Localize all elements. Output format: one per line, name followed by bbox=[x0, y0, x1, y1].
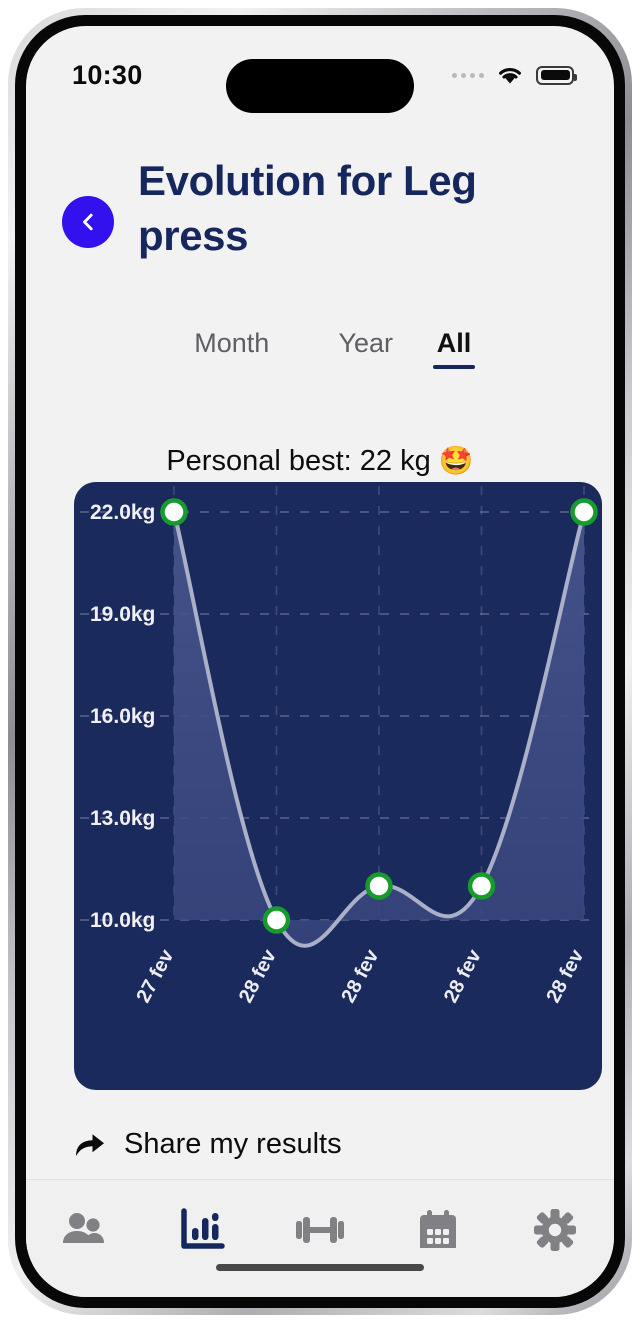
tab-stats[interactable] bbox=[144, 1198, 262, 1262]
phone-screen: 10:30 Evolution for Leg press Month Year… bbox=[26, 26, 614, 1297]
wifi-icon bbox=[499, 68, 521, 84]
header: Evolution for Leg press bbox=[26, 154, 614, 263]
personal-best-text: Personal best: 22 kg bbox=[166, 445, 431, 477]
svg-text:13.0kg: 13.0kg bbox=[90, 807, 155, 830]
tab-friends[interactable] bbox=[26, 1198, 144, 1262]
x-axis-labels: 27 fev 28 fev 28 fev 28 fev 28 fev bbox=[132, 945, 588, 1006]
tab-all[interactable]: All bbox=[432, 322, 476, 369]
svg-text:28 fev: 28 fev bbox=[542, 945, 588, 1006]
signal-dots-icon bbox=[452, 72, 484, 78]
svg-text:28 fev: 28 fev bbox=[337, 945, 383, 1006]
share-results-button[interactable]: Share my results bbox=[74, 1128, 342, 1161]
svg-text:16.0kg: 16.0kg bbox=[90, 705, 155, 728]
battery-full-icon bbox=[536, 65, 577, 85]
svg-text:28 fev: 28 fev bbox=[235, 945, 281, 1006]
range-tabs: Month Year All bbox=[26, 322, 614, 369]
page-title: Evolution for Leg press bbox=[138, 157, 477, 259]
y-axis-labels: 22.0kg 19.0kg 16.0kg 13.0kg 10.0kg bbox=[90, 501, 155, 932]
svg-text:28 fev: 28 fev bbox=[440, 945, 486, 1006]
share-label: Share my results bbox=[124, 1128, 342, 1160]
tab-settings[interactable] bbox=[496, 1198, 614, 1262]
dumbbell-icon bbox=[295, 1217, 344, 1243]
people-icon bbox=[62, 1213, 104, 1243]
back-button[interactable] bbox=[62, 196, 114, 248]
tab-calendar[interactable] bbox=[379, 1198, 497, 1262]
svg-text:19.0kg: 19.0kg bbox=[90, 603, 155, 626]
bottom-tab-bar bbox=[26, 1179, 614, 1297]
svg-text:22.0kg: 22.0kg bbox=[90, 501, 155, 524]
svg-text:10.0kg: 10.0kg bbox=[90, 909, 155, 932]
evolution-chart[interactable]: 22.0kg 19.0kg 16.0kg 13.0kg 10.0kg 27 fev 28 … bbox=[74, 482, 602, 1090]
svg-text:27 fev: 27 fev bbox=[132, 945, 178, 1006]
star-struck-emoji-icon: 🤩 bbox=[438, 445, 474, 476]
chart-svg: 22.0kg 19.0kg 16.0kg 13.0kg 10.0kg 27 fev 28 … bbox=[80, 486, 598, 1006]
dynamic-island bbox=[226, 59, 414, 113]
home-indicator bbox=[216, 1264, 424, 1271]
tab-month[interactable]: Month bbox=[165, 322, 299, 365]
status-icons bbox=[452, 64, 577, 86]
share-arrow-icon bbox=[76, 1133, 104, 1156]
tab-workouts[interactable] bbox=[261, 1198, 379, 1262]
status-bar: 10:30 bbox=[26, 26, 614, 118]
bar-chart-icon bbox=[181, 1208, 226, 1249]
phone-bezel: 10:30 Evolution for Leg press Month Year… bbox=[15, 15, 625, 1308]
personal-best-label: Personal best: 22 kg 🤩 bbox=[26, 444, 614, 478]
gear-icon bbox=[534, 1209, 577, 1251]
phone-frame: 10:30 Evolution for Leg press Month Year… bbox=[8, 8, 632, 1315]
tab-year[interactable]: Year bbox=[299, 322, 433, 365]
calendar-icon bbox=[419, 1210, 456, 1248]
status-time: 10:30 bbox=[72, 59, 143, 90]
chevron-left-icon bbox=[83, 213, 93, 231]
